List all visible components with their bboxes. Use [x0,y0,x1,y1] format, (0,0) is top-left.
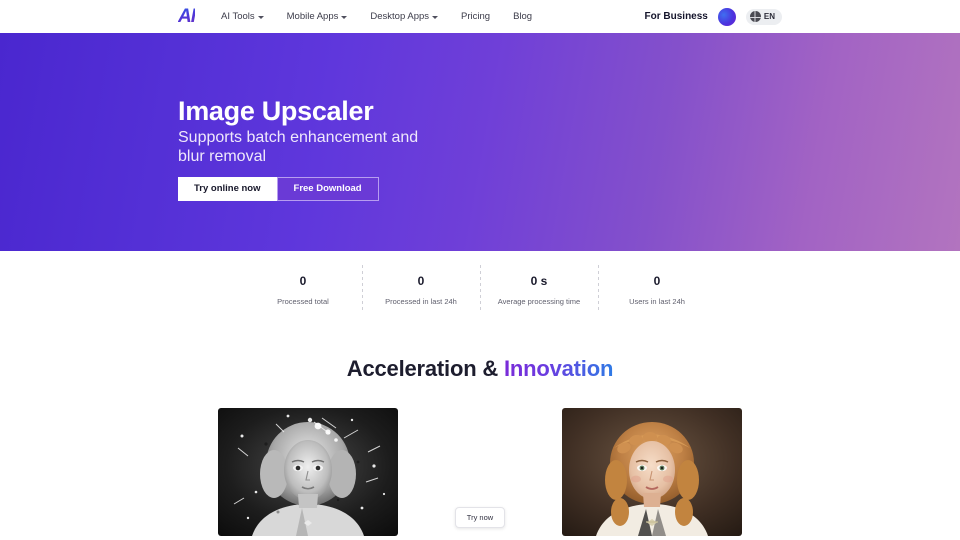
language-label: EN [763,12,775,21]
stats-row: 0 Processed total 0 Processed in last 24… [0,251,960,313]
chevron-down-icon [432,15,439,19]
hero-banner: Image Upscaler Supports batch enhancemen… [0,33,960,251]
avatar[interactable] [717,7,736,26]
chevron-down-icon [341,15,348,19]
try-now-button[interactable]: Try now [454,507,506,528]
nav-item-pricing[interactable]: Pricing [461,11,490,22]
nav-item-desktop-apps[interactable]: Desktop Apps [370,11,439,22]
language-selector[interactable]: EN [745,8,782,25]
before-after-comparison: Try now [0,408,960,536]
stat-processed-total: 0 Processed total [244,274,362,306]
hero-subtitle: Supports batch enhancement and blur remo… [178,128,419,165]
try-online-now-button[interactable]: Try online now [178,176,277,201]
stat-users-last-24h: 0 Users in last 24h [598,265,716,313]
nav-item-label: Mobile Apps [286,11,339,22]
section-heading: Acceleration & Innovation [0,356,960,382]
free-download-button[interactable]: Free Download [276,176,379,201]
nav-item-label: AI Tools [221,11,255,22]
stat-processed-last-24h: 0 Processed in last 24h [362,265,480,313]
stat-value: 0 [299,274,307,288]
for-business-link[interactable]: For Business [645,11,708,22]
stat-value: 0 [417,274,425,288]
before-image[interactable] [218,408,398,536]
stat-label: Processed total [277,297,329,306]
section-heading-plain: Acceleration & [346,356,504,381]
section-heading-accent: Innovation [503,356,614,381]
nav-item-mobile-apps[interactable]: Mobile Apps [287,11,348,22]
try-now-wrapper: Try now [434,408,526,536]
stat-average-processing-time: 0 s Average processing time [480,265,598,313]
stat-label: Average processing time [497,297,581,306]
stat-value: 0 [653,274,661,288]
hero-content: Image Upscaler Supports batch enhancemen… [178,96,782,201]
nav-item-label: Pricing [461,11,491,22]
nav-links: AI Tools Mobile Apps Desktop Apps Pricin… [221,11,532,22]
page-title: Image Upscaler [178,96,374,127]
globe-icon [749,11,761,22]
nav-item-ai-tools[interactable]: AI Tools [221,11,264,22]
nav-item-blog[interactable]: Blog [513,11,532,22]
navbar-right-group: For Business EN [645,7,782,26]
top-navbar: AI AI Tools Mobile Apps Desktop Apps Pri… [0,0,960,33]
ai-logo[interactable]: AI [178,7,196,26]
stat-label: Users in last 24h [629,297,685,306]
nav-item-label: Desktop Apps [370,11,430,22]
stat-value: 0 s [530,274,548,288]
stat-label: Processed in last 24h [385,297,457,306]
nav-item-label: Blog [513,11,533,22]
hero-button-group: Try online now Free Download [178,176,782,201]
after-image[interactable] [562,408,742,536]
chevron-down-icon [257,15,264,19]
